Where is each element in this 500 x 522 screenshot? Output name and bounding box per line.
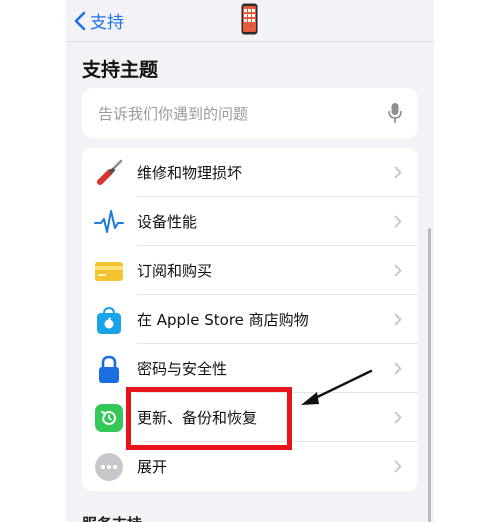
more-icon — [94, 452, 124, 482]
microphone-icon[interactable] — [388, 102, 402, 124]
topic-label: 在 Apple Store 商店购物 — [137, 311, 309, 329]
chevron-right-icon — [394, 460, 402, 473]
topic-label: 维修和物理损坏 — [137, 164, 243, 182]
annotation-arrow-icon — [301, 369, 373, 405]
chevron-right-icon — [394, 215, 402, 228]
search-placeholder: 告诉我们你遇到的问题 — [98, 104, 249, 123]
section-title: 支持主题 — [82, 59, 159, 81]
iphone-icon — [241, 3, 258, 35]
topic-label: 订阅和购买 — [137, 262, 213, 280]
annotation-highlight-box — [126, 387, 292, 450]
chevron-right-icon — [394, 411, 402, 424]
topic-label: 展开 — [137, 458, 168, 476]
topic-label: 设备性能 — [137, 213, 198, 231]
topic-apple-store[interactable]: 在 Apple Store 商店购物 — [82, 295, 418, 344]
topic-repair[interactable]: 维修和物理损坏 — [82, 148, 418, 197]
topic-label: 密码与安全性 — [137, 360, 228, 378]
search-field[interactable]: 告诉我们你遇到的问题 — [82, 88, 418, 138]
topic-subscriptions[interactable]: 订阅和购买 — [82, 246, 418, 295]
chevron-right-icon — [394, 264, 402, 277]
back-label: 支持 — [90, 13, 124, 33]
nav-bar: 支持 — [66, 0, 434, 42]
credit-card-icon — [94, 256, 124, 286]
restore-icon — [94, 403, 124, 433]
topic-device-performance[interactable]: 设备性能 — [82, 197, 418, 246]
waveform-icon — [94, 207, 124, 237]
screwdriver-icon — [94, 158, 124, 188]
chevron-right-icon — [394, 313, 402, 326]
next-section-heading: 服务支持 — [82, 513, 142, 522]
chevron-right-icon — [394, 166, 402, 179]
chevron-left-icon — [74, 11, 86, 30]
chevron-right-icon — [394, 362, 402, 375]
scrollbar[interactable] — [428, 228, 431, 522]
apple-store-bag-icon — [94, 305, 124, 335]
back-button[interactable]: 支持 — [74, 8, 124, 33]
lock-icon — [94, 354, 124, 384]
